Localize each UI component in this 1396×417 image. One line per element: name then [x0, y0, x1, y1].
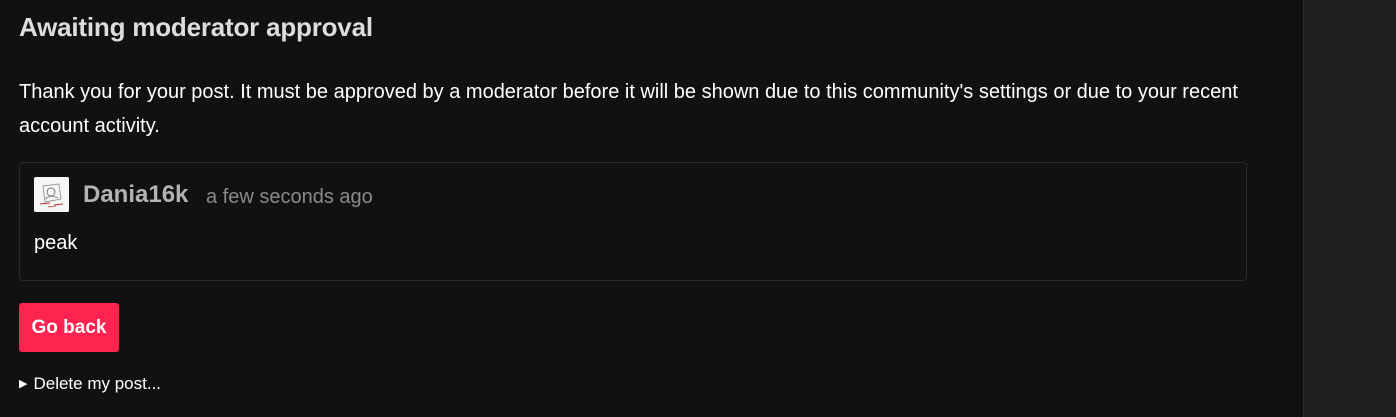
go-back-button[interactable]: Go back — [19, 303, 119, 352]
post-author[interactable]: Dania16k — [83, 181, 188, 209]
post-body: peak — [34, 232, 78, 254]
post-preview-card: Dania16k a few seconds ago peak — [19, 162, 1247, 281]
delete-post-toggle[interactable]: ▶ Delete my post... — [19, 374, 161, 394]
page-title: Awaiting moderator approval — [19, 12, 373, 42]
main-content: Awaiting moderator approval Thank you fo… — [0, 0, 1303, 417]
approval-message: Thank you for your post. It must be appr… — [19, 81, 1238, 137]
disclosure-triangle-icon: ▶ — [19, 378, 28, 390]
page: Awaiting moderator approval Thank you fo… — [0, 0, 1396, 417]
user-avatar-icon — [34, 177, 69, 212]
right-sidebar — [1303, 0, 1396, 417]
post-timestamp: a few seconds ago — [206, 186, 373, 208]
delete-post-label: Delete my post... — [33, 374, 162, 393]
avatar[interactable] — [34, 177, 69, 212]
